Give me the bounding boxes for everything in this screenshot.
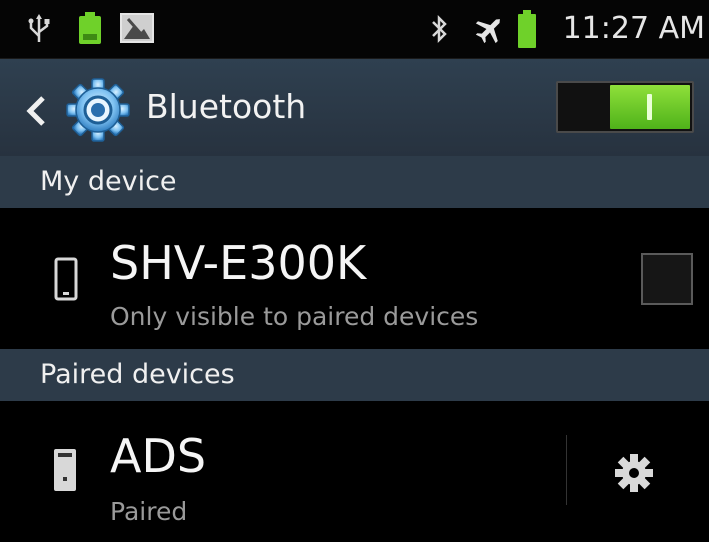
section-title: Paired devices bbox=[40, 359, 235, 390]
paired-device-name: ADS bbox=[110, 429, 207, 483]
toggle-knob bbox=[610, 85, 690, 129]
gear-icon bbox=[615, 454, 653, 492]
section-header-paired-devices: Paired devices bbox=[0, 349, 709, 401]
battery-app-icon bbox=[79, 12, 101, 44]
visibility-checkbox[interactable] bbox=[641, 253, 693, 305]
device-name: SHV-E300K bbox=[110, 236, 367, 290]
bluetooth-toggle[interactable] bbox=[556, 81, 694, 133]
status-clock: 11:27 AM bbox=[562, 11, 705, 46]
battery-icon bbox=[518, 10, 536, 48]
divider bbox=[566, 435, 567, 505]
action-bar: Bluetooth bbox=[0, 59, 709, 156]
usb-icon bbox=[28, 14, 50, 42]
computer-icon bbox=[54, 449, 76, 491]
section-header-my-device: My device bbox=[0, 156, 709, 208]
page-title: Bluetooth bbox=[146, 87, 307, 126]
settings-gear-icon[interactable] bbox=[64, 76, 132, 144]
toggle-on-mark bbox=[647, 94, 652, 120]
chevron-left-icon[interactable] bbox=[26, 95, 46, 127]
device-settings-button[interactable] bbox=[590, 431, 680, 511]
bluetooth-icon bbox=[432, 14, 447, 44]
my-device-item[interactable]: SHV-E300K Only visible to paired devices bbox=[0, 208, 709, 349]
paired-device-status: Paired bbox=[110, 497, 188, 526]
device-visibility: Only visible to paired devices bbox=[110, 302, 479, 331]
status-bar: 11:27 AM bbox=[0, 0, 709, 59]
airplane-icon bbox=[475, 19, 500, 44]
phone-icon bbox=[54, 257, 78, 301]
image-notification-icon bbox=[120, 13, 154, 43]
section-title: My device bbox=[40, 166, 177, 197]
paired-device-item[interactable]: ADS Paired bbox=[0, 401, 709, 542]
